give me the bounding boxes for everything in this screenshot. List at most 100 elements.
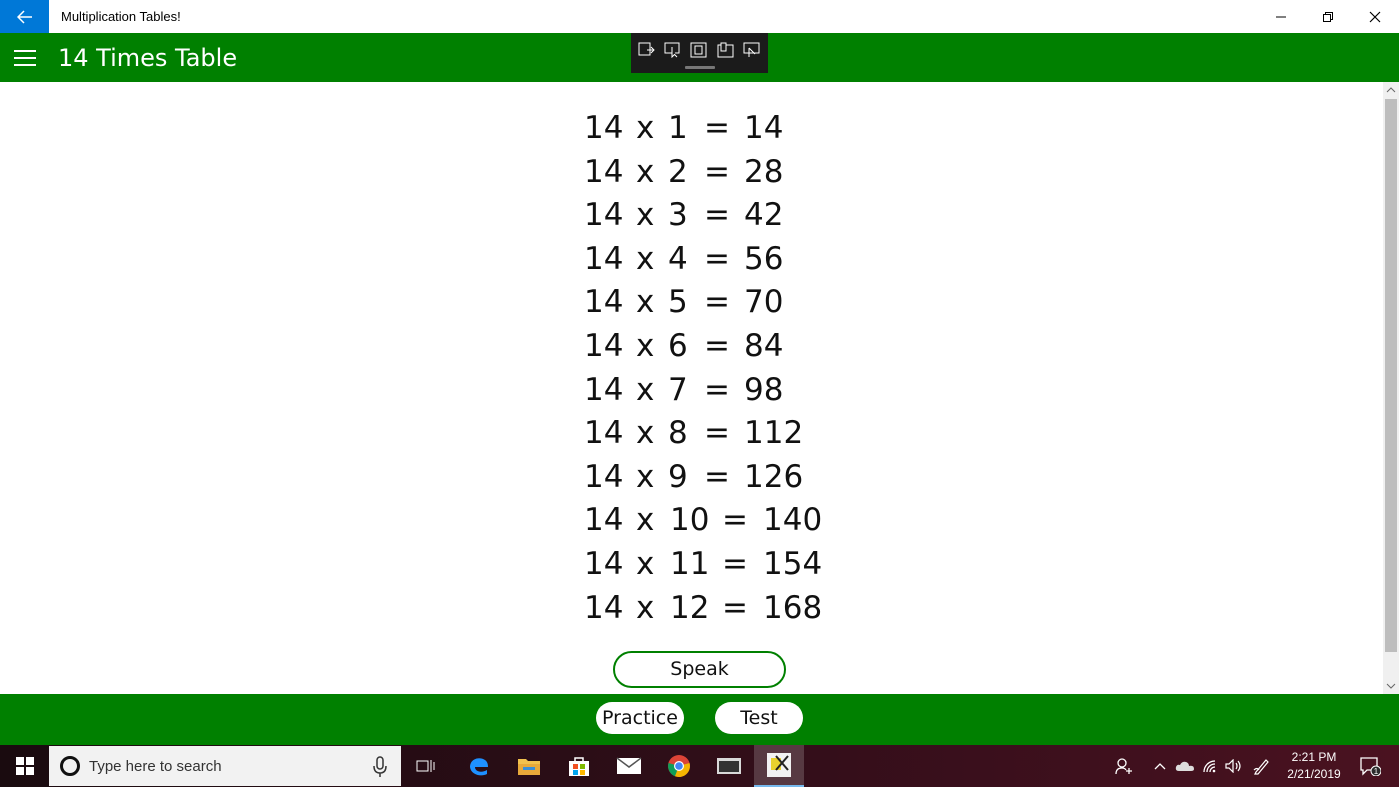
row-result: 154: [763, 546, 823, 582]
row-a: 14: [584, 110, 624, 146]
row-b: 1: [668, 110, 688, 146]
back-button[interactable]: [0, 0, 49, 33]
vertical-scrollbar[interactable]: [1383, 82, 1399, 694]
task-view-icon[interactable]: [401, 745, 451, 787]
row-b: 5: [668, 284, 688, 321]
row-a: 14: [584, 589, 624, 626]
speak-button[interactable]: Speak: [613, 651, 786, 688]
select-element-icon[interactable]: [663, 41, 683, 59]
onedrive-cloud-icon[interactable]: [1173, 745, 1197, 787]
generic-app-icon[interactable]: [704, 745, 754, 787]
minimize-icon: [1276, 16, 1286, 17]
file-explorer-icon[interactable]: [504, 745, 554, 787]
row-op: x: [636, 240, 655, 277]
row-eq: =: [722, 546, 748, 582]
action-center-icon[interactable]: 1: [1355, 745, 1385, 787]
times-table-content: 14 x 1 = 14 14 x 2 = 28 14 x 3 = 42 14 x 4 = 56 14 x 5 = 70 14 x 6 =…: [0, 82, 1383, 694]
row-a: 14: [584, 458, 624, 495]
row-result: 28: [744, 153, 784, 190]
app-window: Multiplication Tables! 14 Times Table 14…: [0, 0, 1399, 787]
row-result: 98: [744, 371, 784, 408]
row-op: x: [636, 502, 655, 539]
row-result: 42: [744, 197, 784, 234]
wifi-icon[interactable]: [1199, 745, 1223, 787]
mail-icon[interactable]: [604, 745, 654, 787]
people-icon[interactable]: [1112, 745, 1136, 787]
row-a: 14: [584, 546, 624, 582]
row-result: 126: [744, 458, 804, 495]
row-a: 14: [584, 328, 624, 364]
hamburger-menu-icon[interactable]: [0, 33, 49, 82]
volume-icon[interactable]: [1222, 745, 1246, 787]
chevron-up-icon[interactable]: [1148, 745, 1172, 787]
close-button[interactable]: [1352, 0, 1398, 33]
row-op: x: [636, 153, 655, 190]
search-placeholder: Type here to search: [89, 758, 222, 775]
row-eq: =: [722, 589, 748, 626]
row-result: 168: [763, 589, 823, 626]
row-eq: =: [704, 240, 730, 277]
row-result: 56: [744, 240, 784, 277]
row-eq: =: [704, 153, 730, 190]
microsoft-store-icon[interactable]: [554, 745, 604, 787]
title-bar: Multiplication Tables!: [0, 0, 1399, 33]
close-icon: [1369, 11, 1381, 22]
row-a: 14: [584, 502, 624, 539]
row-a: 14: [584, 240, 624, 277]
windows-logo-icon: [15, 757, 34, 775]
row-eq: =: [704, 110, 730, 146]
clock-date: 2/21/2019: [1287, 767, 1341, 781]
row-eq: =: [704, 458, 730, 495]
taskbar-clock[interactable]: 2:21 PM 2/21/2019: [1280, 749, 1348, 783]
row-result: 112: [744, 415, 804, 452]
row-eq: =: [722, 502, 748, 539]
taskbar-search-box[interactable]: Type here to search: [49, 746, 401, 786]
row-eq: =: [704, 328, 730, 364]
toolbar-drag-handle[interactable]: [685, 66, 715, 69]
row-b: 2: [668, 153, 688, 190]
scroll-thumb[interactable]: [1385, 99, 1397, 652]
clock-time: 2:21 PM: [1291, 750, 1337, 764]
edge-browser-icon[interactable]: [454, 745, 504, 787]
row-b: 10: [670, 502, 710, 539]
row-op: x: [636, 415, 655, 452]
cortana-icon: [60, 756, 80, 776]
scroll-down-arrow-icon[interactable]: [1383, 678, 1399, 694]
row-op: x: [636, 110, 655, 146]
multiplication-tables-app-icon[interactable]: [754, 745, 804, 787]
row-result: 84: [744, 328, 784, 364]
pen-workspace-icon[interactable]: [1250, 745, 1274, 787]
row-b: 11: [670, 546, 710, 582]
row-op: x: [636, 328, 655, 364]
layout-adorners-icon[interactable]: [689, 41, 709, 59]
chrome-icon[interactable]: [654, 745, 704, 787]
display-layout-icon[interactable]: [742, 41, 762, 59]
back-arrow-icon: [16, 9, 32, 24]
restore-button[interactable]: [1305, 0, 1351, 33]
test-button[interactable]: Test: [715, 702, 803, 734]
debug-toolbar: [631, 33, 768, 73]
scroll-up-arrow-icon[interactable]: [1383, 82, 1399, 98]
app-header: 14 Times Table: [0, 33, 1399, 82]
row-b: 4: [668, 240, 688, 277]
page-title: 14 Times Table: [58, 44, 238, 72]
notification-count: 1: [1374, 767, 1379, 776]
live-tree-icon[interactable]: [637, 41, 657, 59]
taskbar: Type here to search 2:21 PM 2/21/2019 1: [0, 745, 1399, 787]
row-op: x: [636, 589, 655, 626]
row-a: 14: [584, 197, 624, 234]
minimize-button[interactable]: [1258, 0, 1304, 33]
row-result: 140: [763, 502, 823, 539]
practice-button[interactable]: Practice: [596, 702, 684, 734]
row-b: 3: [668, 197, 688, 234]
row-b: 12: [670, 589, 710, 626]
row-a: 14: [584, 415, 624, 452]
row-op: x: [636, 284, 655, 321]
row-eq: =: [704, 371, 730, 408]
track-focus-icon[interactable]: [716, 41, 736, 59]
restore-icon: [1323, 11, 1333, 22]
microphone-icon[interactable]: [371, 756, 389, 778]
start-button[interactable]: [0, 745, 49, 787]
row-op: x: [636, 197, 655, 234]
row-a: 14: [584, 153, 624, 190]
